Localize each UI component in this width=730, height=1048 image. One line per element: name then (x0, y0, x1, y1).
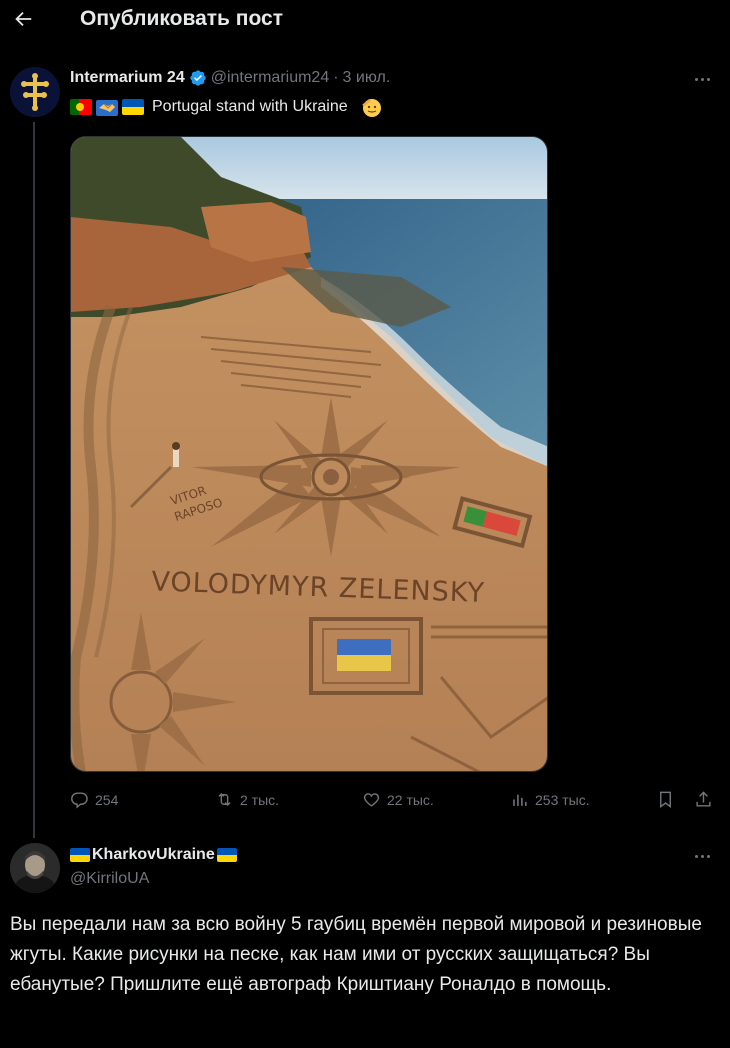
reply-text: Вы передали нам за всю войну 5 гаубиц вр… (10, 914, 702, 995)
reply-author-row: KharkovUkraine (70, 846, 237, 864)
ukraine-flag-icon (122, 99, 144, 115)
more-button[interactable] (690, 70, 714, 88)
reply-more-button[interactable] (690, 847, 714, 865)
like-icon (363, 793, 380, 807)
salute-face-icon (360, 96, 382, 118)
views-button[interactable]: 253 тыс. (510, 790, 590, 809)
reply-icon (71, 792, 88, 809)
reply-count: 254 (95, 791, 119, 808)
share-icon (696, 791, 711, 807)
intermarium-logo-icon (10, 67, 60, 117)
more-icon (694, 854, 698, 858)
post-actions: 254 2 тыс. 22 тыс. 253 тыс. (70, 790, 718, 814)
more-icon (694, 77, 698, 81)
thread-line (33, 122, 35, 838)
post-text-content: Portugal stand with Ukraine (152, 98, 348, 115)
verified-badge-icon (189, 69, 207, 87)
top-bar: Опубликовать пост (0, 0, 730, 42)
bookmark-icon (660, 791, 671, 809)
back-button[interactable] (8, 4, 38, 34)
reply-button[interactable]: 254 (70, 790, 118, 809)
page-title: Опубликовать пост (80, 7, 283, 30)
ukraine-flag-icon (70, 848, 90, 862)
like-button[interactable]: 22 тыс. (362, 790, 434, 809)
author-name[interactable]: Intermarium 24 (70, 69, 185, 87)
repost-icon (218, 792, 231, 807)
share-button[interactable] (694, 790, 713, 809)
author-handle[interactable]: @intermarium24 (211, 69, 330, 87)
repost-count: 2 тыс. (240, 791, 280, 808)
views-count: 253 тыс. (535, 791, 590, 808)
sand-art-photo: VITOR RAPOSO VOLODYMYR ZELENSKY (71, 137, 547, 771)
portugal-flag-icon (70, 99, 92, 115)
bookmark-button[interactable] (656, 790, 675, 809)
ukraine-flag-icon (216, 848, 237, 862)
like-count: 22 тыс. (387, 791, 434, 808)
portrait-avatar-icon (10, 843, 60, 893)
separator-dot: · (333, 69, 339, 86)
post-image[interactable]: VITOR RAPOSO VOLODYMYR ZELENSKY (70, 136, 548, 772)
views-icon (513, 794, 527, 806)
handshake-icon (96, 98, 118, 116)
reply-author-name[interactable]: KharkovUkraine (92, 846, 215, 864)
post-author-row: Intermarium 24 @intermarium24 · 3 июл. (70, 69, 390, 87)
repost-button[interactable]: 2 тыс. (215, 790, 279, 809)
reply-author-handle[interactable]: @KirriloUA (70, 870, 149, 888)
back-arrow-icon (15, 11, 32, 27)
author-avatar[interactable] (10, 67, 60, 117)
post-timestamp[interactable]: 3 июл. (343, 69, 391, 87)
reply-author-avatar[interactable] (10, 843, 60, 893)
post-text: Portugal stand with Ukraine (70, 96, 382, 118)
